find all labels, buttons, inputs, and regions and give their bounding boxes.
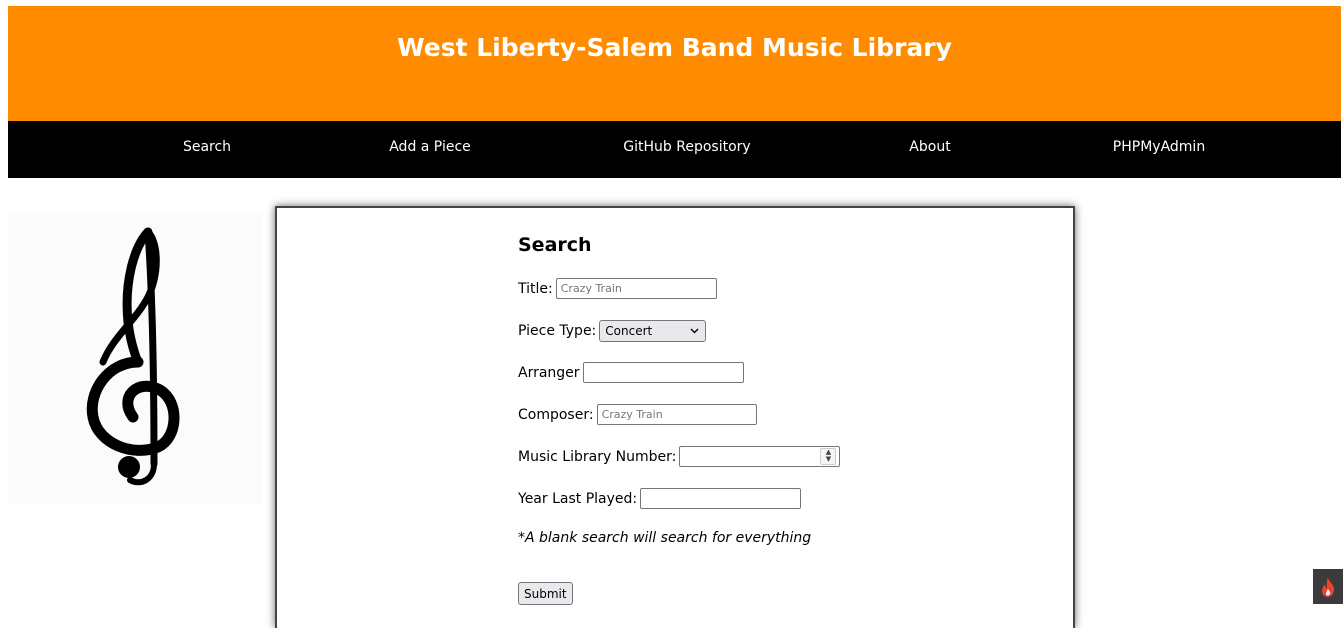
nav-github[interactable]: GitHub Repository <box>623 139 750 155</box>
composer-input[interactable] <box>596 404 757 425</box>
title-row: Title: <box>518 278 717 299</box>
chevron-down-icon <box>690 328 699 334</box>
nav-search[interactable]: Search <box>183 139 231 155</box>
treble-clef-image <box>8 212 262 504</box>
title-label: Title: <box>518 280 553 297</box>
piece-type-row: Piece Type: Concert <box>518 320 707 342</box>
title-input[interactable] <box>555 278 717 299</box>
composer-row: Composer: <box>518 404 757 425</box>
site-header: West Liberty-Salem Band Music Library <box>8 6 1341 121</box>
nav-about[interactable]: About <box>909 139 950 155</box>
number-spinner-icon[interactable]: ▲ ▼ <box>820 448 837 465</box>
search-card: Search Title: Piece Type: Concert Arrang… <box>275 206 1075 628</box>
arranger-input[interactable] <box>582 362 744 383</box>
main-nav: Search Add a Piece GitHub Repository Abo… <box>8 121 1341 178</box>
search-note: *A blank search will search for everythi… <box>518 530 812 546</box>
arranger-label: Arranger <box>518 364 580 381</box>
nav-add-piece[interactable]: Add a Piece <box>389 139 471 155</box>
submit-button[interactable]: Submit <box>518 582 573 605</box>
year-row: Year Last Played: <box>518 488 802 509</box>
site-title: West Liberty-Salem Band Music Library <box>397 33 952 62</box>
treble-clef-icon <box>86 227 180 486</box>
library-number-wrap: ▲ ▼ <box>679 446 841 467</box>
piece-type-value: Concert <box>605 324 653 338</box>
piece-type-select[interactable]: Concert <box>599 320 707 342</box>
year-input[interactable] <box>640 488 802 509</box>
composer-label: Composer: <box>518 406 594 423</box>
library-number-input[interactable] <box>679 446 841 467</box>
piece-type-label: Piece Type: <box>518 323 597 339</box>
year-label: Year Last Played: <box>518 490 638 507</box>
library-number-row: Music Library Number: ▲ ▼ <box>518 446 841 467</box>
debug-toolbar-button[interactable] <box>1313 569 1343 604</box>
flame-icon <box>1322 578 1335 597</box>
arranger-row: Arranger <box>518 362 744 383</box>
library-number-label: Music Library Number: <box>518 448 677 465</box>
nav-phpmyadmin[interactable]: PHPMyAdmin <box>1113 139 1205 155</box>
form-heading: Search <box>518 234 592 256</box>
